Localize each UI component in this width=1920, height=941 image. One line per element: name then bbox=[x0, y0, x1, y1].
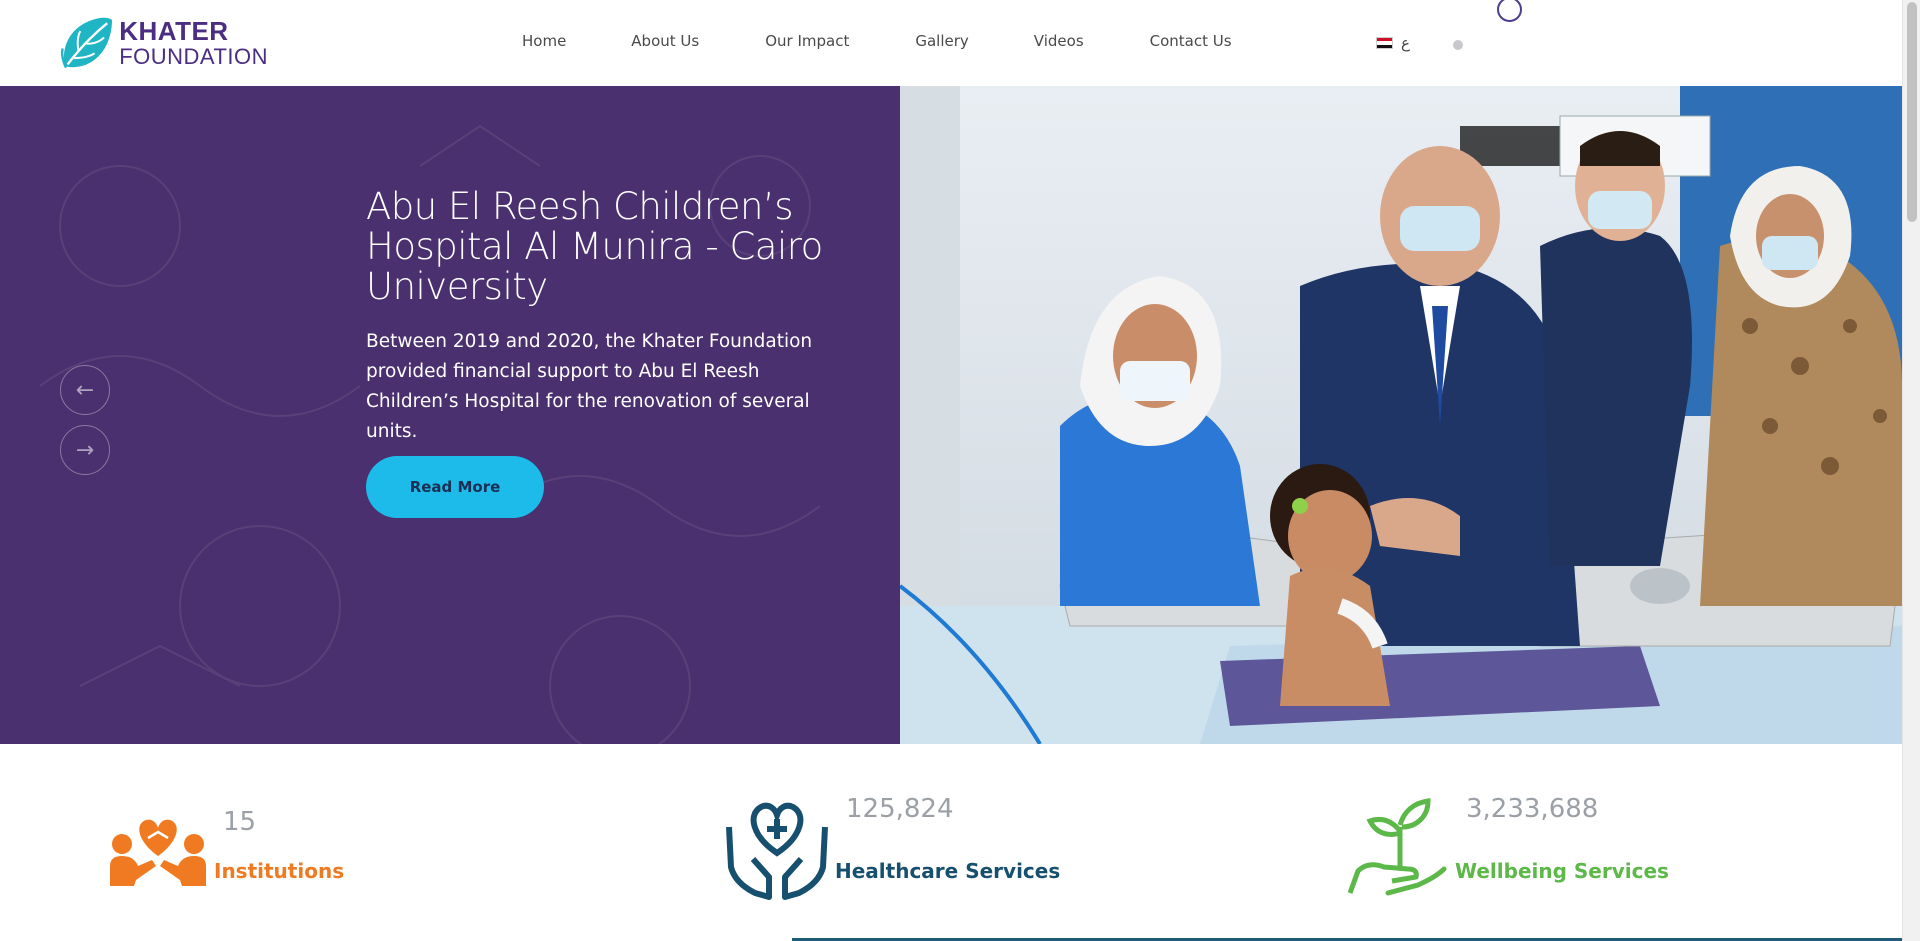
cursor-ring-icon bbox=[1497, 0, 1522, 22]
logo[interactable]: KHATER FOUNDATION bbox=[58, 6, 268, 80]
slider-next-button[interactable]: → bbox=[60, 425, 110, 475]
arrow-right-icon: → bbox=[75, 437, 95, 463]
hero-slider: Abu El Reesh Children’s Hospital Al Muni… bbox=[0, 86, 1902, 744]
hospital-scene-image bbox=[900, 86, 1902, 744]
menu-dot-icon[interactable] bbox=[1453, 40, 1463, 50]
hero-description: Between 2019 and 2020, the Khater Founda… bbox=[366, 331, 813, 442]
arrow-left-icon: ← bbox=[75, 377, 95, 403]
scrollbar-thumb[interactable] bbox=[1907, 2, 1917, 222]
nav-gallery[interactable]: Gallery bbox=[915, 32, 968, 50]
page-scrollbar[interactable] bbox=[1902, 0, 1920, 941]
hand-plant-icon bbox=[1348, 798, 1447, 896]
nav-videos[interactable]: Videos bbox=[1034, 32, 1084, 50]
stat-label: Healthcare Services bbox=[835, 859, 1061, 883]
main-nav: Home About Us Our Impact Gallery Videos … bbox=[500, 32, 1232, 50]
nav-about-us[interactable]: About Us bbox=[631, 32, 699, 50]
stat-label: Wellbeing Services bbox=[1455, 859, 1669, 883]
nav-our-impact[interactable]: Our Impact bbox=[765, 32, 849, 50]
logo-text: KHATER FOUNDATION bbox=[119, 18, 268, 68]
hands-heart-people-icon bbox=[110, 819, 206, 886]
logo-line1: KHATER bbox=[119, 16, 229, 46]
stat-value: 3,233,688 bbox=[1466, 794, 1599, 824]
stat-label: Institutions bbox=[214, 859, 345, 883]
leaf-logo-icon bbox=[60, 17, 113, 69]
nav-contact-us[interactable]: Contact Us bbox=[1150, 32, 1232, 50]
hero-photo bbox=[900, 86, 1902, 744]
stat-value: 15 bbox=[223, 807, 257, 837]
language-switcher[interactable]: ع bbox=[1376, 34, 1410, 52]
hero-text-panel: Abu El Reesh Children’s Hospital Al Muni… bbox=[0, 86, 900, 744]
hero-title: Abu El Reesh Children’s Hospital Al Muni… bbox=[366, 185, 823, 308]
stat-value: 125,824 bbox=[846, 794, 954, 824]
logo-line2: FOUNDATION bbox=[119, 44, 268, 69]
nav-home[interactable]: Home bbox=[522, 32, 566, 50]
stats-section: 15 Institutions 125,824 Healthcare Servi… bbox=[0, 744, 1902, 941]
hands-heart-cross-icon bbox=[726, 802, 828, 900]
read-more-button[interactable]: Read More bbox=[366, 456, 544, 518]
language-label: ع bbox=[1401, 34, 1410, 52]
slider-prev-button[interactable]: ← bbox=[60, 365, 110, 415]
egypt-flag-icon bbox=[1376, 37, 1393, 49]
site-header: KHATER FOUNDATION Home About Us Our Impa… bbox=[0, 0, 1902, 86]
